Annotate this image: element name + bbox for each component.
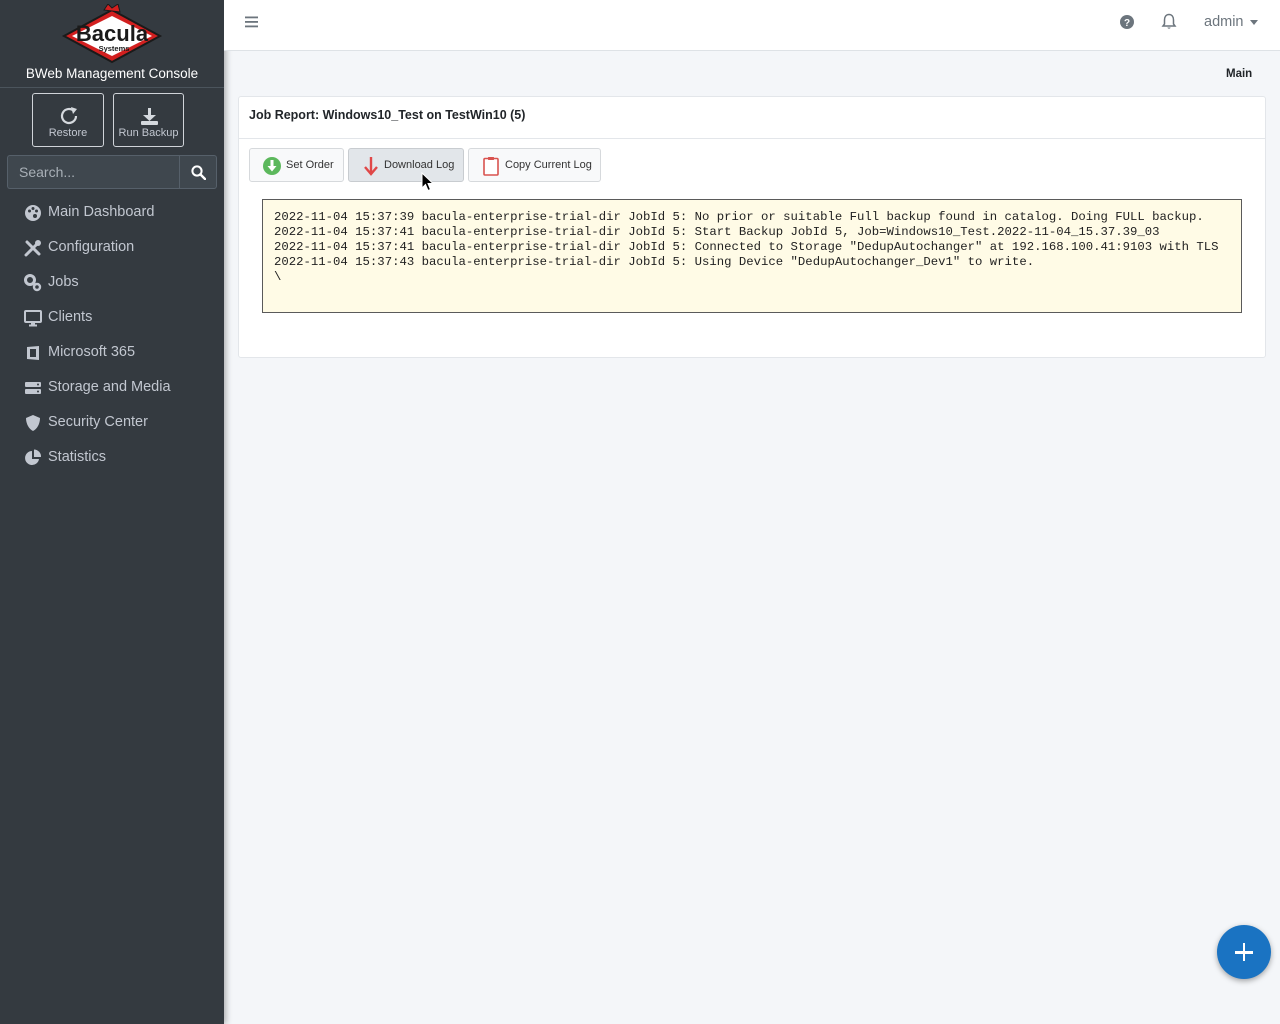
clipboard-icon: [483, 157, 499, 176]
run-backup-button[interactable]: Run Backup: [113, 93, 184, 147]
sidebar-item-clients[interactable]: Clients: [0, 300, 224, 335]
sidebar: Bacula Systems BWeb Management Console R…: [0, 0, 224, 1024]
page-title: Job Report: Windows10_Test on TestWin10 …: [249, 108, 526, 122]
sidebar-item-label: Storage and Media: [48, 379, 171, 395]
sidebar-item-label: Main Dashboard: [48, 204, 155, 220]
add-fab-button[interactable]: [1217, 925, 1271, 979]
brand: Bacula Systems BWeb Management Console: [0, 0, 224, 88]
console-title: BWeb Management Console: [25, 66, 199, 81]
sidebar-item-label: Clients: [48, 309, 93, 325]
palette-icon: [25, 205, 41, 221]
job-report-card: Job Report: Windows10_Test on TestWin10 …: [238, 96, 1266, 358]
svg-text:?: ?: [1124, 18, 1130, 29]
log-line: 2022-11-04 15:37:41 bacula-enterprise-tr…: [274, 240, 1219, 254]
sidebar-search: [7, 155, 217, 189]
chevron-down-icon[interactable]: [1250, 20, 1258, 25]
quick-actions: Restore Run Backup: [0, 88, 224, 148]
log-line: 2022-11-04 15:37:43 bacula-enterprise-tr…: [274, 255, 1035, 269]
download-log-button[interactable]: Download Log: [348, 148, 464, 182]
pie-chart-icon: [25, 449, 42, 465]
sidebar-item-label: Security Center: [48, 414, 148, 430]
copy-current-log-label: Copy Current Log: [505, 159, 592, 171]
sidebar-item-label: Microsoft 365: [48, 344, 136, 360]
sidebar-item-label: Statistics: [48, 449, 107, 465]
log-line: \: [274, 270, 282, 284]
download-log-label: Download Log: [384, 159, 455, 171]
set-order-button[interactable]: Set Order: [249, 148, 344, 182]
arrow-down-circle-icon: [263, 157, 281, 175]
bell-icon[interactable]: [1161, 13, 1177, 30]
restore-button[interactable]: Restore: [32, 93, 104, 147]
download-icon: [141, 108, 158, 125]
sidebar-item-label: Configuration: [48, 239, 135, 255]
sidebar-item-label: Jobs: [48, 274, 79, 290]
copy-current-log-button[interactable]: Copy Current Log: [468, 148, 601, 182]
bacula-logo[interactable]: Bacula Systems: [60, 4, 164, 64]
sidebar-item-security-center[interactable]: Security Center: [0, 405, 224, 440]
job-log-output: 2022-11-04 15:37:39 bacula-enterprise-tr…: [262, 199, 1242, 313]
desktop-icon: [24, 310, 42, 327]
office-icon: [27, 346, 39, 360]
arrow-down-icon: [364, 157, 378, 176]
plus-icon-vertical: [1242, 943, 1246, 961]
sidebar-item-microsoft-365[interactable]: Microsoft 365: [0, 335, 224, 370]
sidebar-item-main-dashboard[interactable]: Main Dashboard: [0, 195, 224, 230]
refresh-icon: [60, 107, 78, 125]
run-backup-label: Run Backup: [118, 127, 179, 139]
gears-icon: [24, 274, 42, 292]
sidebar-nav: Main Dashboard Configuration Jobs Client…: [0, 195, 224, 475]
logo-subtext: Systems: [99, 44, 130, 53]
sidebar-item-storage-and-media[interactable]: Storage and Media: [0, 370, 224, 405]
log-line: 2022-11-04 15:37:39 bacula-enterprise-tr…: [274, 210, 1204, 224]
help-icon[interactable]: ?: [1119, 14, 1135, 30]
tools-icon: [24, 240, 41, 257]
card-header: Job Report: Windows10_Test on TestWin10 …: [239, 97, 1265, 139]
hamburger-menu-icon[interactable]: [244, 14, 260, 30]
sidebar-item-configuration[interactable]: Configuration: [0, 230, 224, 265]
search-button[interactable]: [179, 155, 217, 189]
search-input[interactable]: [7, 155, 180, 189]
shield-icon: [26, 415, 40, 431]
topbar: ? admin: [224, 0, 1280, 51]
search-icon: [191, 165, 206, 180]
sidebar-item-statistics[interactable]: Statistics: [0, 440, 224, 475]
set-order-label: Set Order: [286, 159, 334, 171]
user-menu[interactable]: admin: [1204, 14, 1244, 30]
log-line: 2022-11-04 15:37:41 bacula-enterprise-tr…: [274, 225, 1160, 239]
restore-label: Restore: [48, 127, 88, 139]
hdd-icon: [25, 382, 41, 394]
breadcrumb[interactable]: Main: [1226, 68, 1252, 80]
logo-text: Bacula: [76, 21, 149, 46]
sidebar-item-jobs[interactable]: Jobs: [0, 265, 224, 300]
